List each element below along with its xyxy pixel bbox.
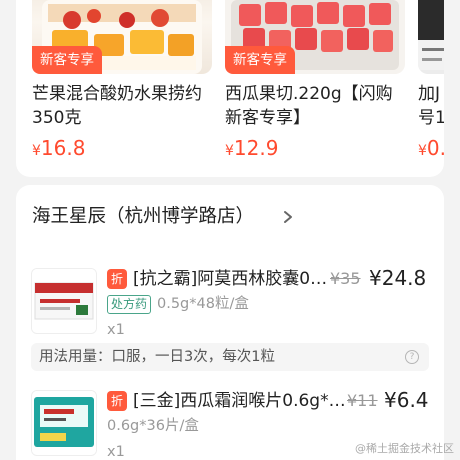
product-name-line1: 加J bbox=[418, 84, 441, 104]
new-customer-tag: 新客专享 bbox=[32, 46, 102, 74]
current-price: ¥24.8 bbox=[369, 266, 427, 290]
item-quantity: x1 bbox=[107, 444, 125, 460]
new-customer-tag: 新客专享 bbox=[225, 46, 295, 74]
price-value: 0. bbox=[426, 136, 444, 160]
discount-badge: 折 bbox=[107, 269, 127, 289]
item-spec: 0.5g*48粒/盒 bbox=[157, 296, 249, 312]
item-name: [三金]西瓜霜润喉片0.6g*36片/盒 bbox=[133, 391, 347, 411]
usage-instructions[interactable]: 用法用量：口服，一日3次，每次1粒 ? bbox=[31, 343, 429, 371]
price-value: 12.9 bbox=[233, 136, 279, 160]
new-customer-products-strip: 新客专享 芒果混合酸奶水果捞约 350克 ¥16.8 新客专享 西瓜果切.220… bbox=[16, 0, 444, 177]
throat-lozenge-box-image bbox=[31, 390, 97, 456]
help-icon[interactable]: ? bbox=[405, 350, 419, 364]
current-price: ¥6.4 bbox=[384, 388, 429, 412]
amoxicillin-box-image bbox=[31, 268, 97, 334]
currency-symbol: ¥ bbox=[32, 143, 41, 159]
product-name-line2: 号1 bbox=[418, 108, 444, 128]
price-value: 16.8 bbox=[40, 136, 86, 160]
product-name: 加J 号1 bbox=[418, 82, 444, 130]
usage-text: 用法用量：口服，一日3次，每次1粒 bbox=[39, 349, 275, 365]
item-quantity: x1 bbox=[107, 322, 125, 338]
original-price: ¥35 bbox=[330, 269, 361, 288]
packaged-product-image bbox=[418, 0, 444, 74]
product-name: 芒果混合酸奶水果捞约 350克 bbox=[32, 82, 212, 130]
product-price: ¥0. bbox=[418, 136, 444, 160]
product-name-line1: 芒果混合酸奶水果捞约 bbox=[32, 84, 202, 104]
currency-symbol: ¥ bbox=[225, 143, 234, 159]
product-price: ¥16.8 bbox=[32, 136, 85, 160]
product-name: 西瓜果切.220g【闪购 新客专享】 bbox=[225, 82, 405, 130]
product-card-watermelon[interactable]: 新客专享 西瓜果切.220g【闪购 新客专享】 ¥12.9 bbox=[225, 0, 405, 177]
product-price: ¥12.9 bbox=[225, 136, 278, 160]
product-card-partial[interactable]: 加J 号1 ¥0. bbox=[418, 0, 444, 177]
product-name-line1: 西瓜果切.220g【闪购 bbox=[225, 84, 393, 104]
product-card-mango[interactable]: 新客专享 芒果混合酸奶水果捞约 350克 ¥16.8 bbox=[32, 0, 212, 177]
watermark: @稀土掘金技术社区 bbox=[355, 442, 454, 455]
item-spec: 0.6g*36片/盒 bbox=[107, 418, 199, 434]
original-price: ¥11 bbox=[347, 391, 378, 410]
product-name-line2: 新客专享】 bbox=[225, 108, 310, 128]
currency-symbol: ¥ bbox=[418, 143, 427, 159]
discount-badge: 折 bbox=[107, 391, 127, 411]
item-name: [抗之霸]阿莫西林胶囊0.5g*48粒/盒 bbox=[133, 269, 329, 289]
app-screen: 新客专享 芒果混合酸奶水果捞约 350克 ¥16.8 新客专享 西瓜果切.220… bbox=[0, 0, 460, 460]
product-name-line2: 350克 bbox=[32, 108, 82, 128]
store-name[interactable]: 海王星辰（杭州博学路店） bbox=[32, 203, 254, 231]
chevron-right-icon[interactable] bbox=[282, 203, 296, 231]
store-order-card: 海王星辰（杭州博学路店） 折 [抗之霸]阿莫西林胶囊0.5g*48粒/盒 ¥35 bbox=[16, 185, 444, 460]
prescription-badge: 处方药 bbox=[107, 295, 152, 314]
